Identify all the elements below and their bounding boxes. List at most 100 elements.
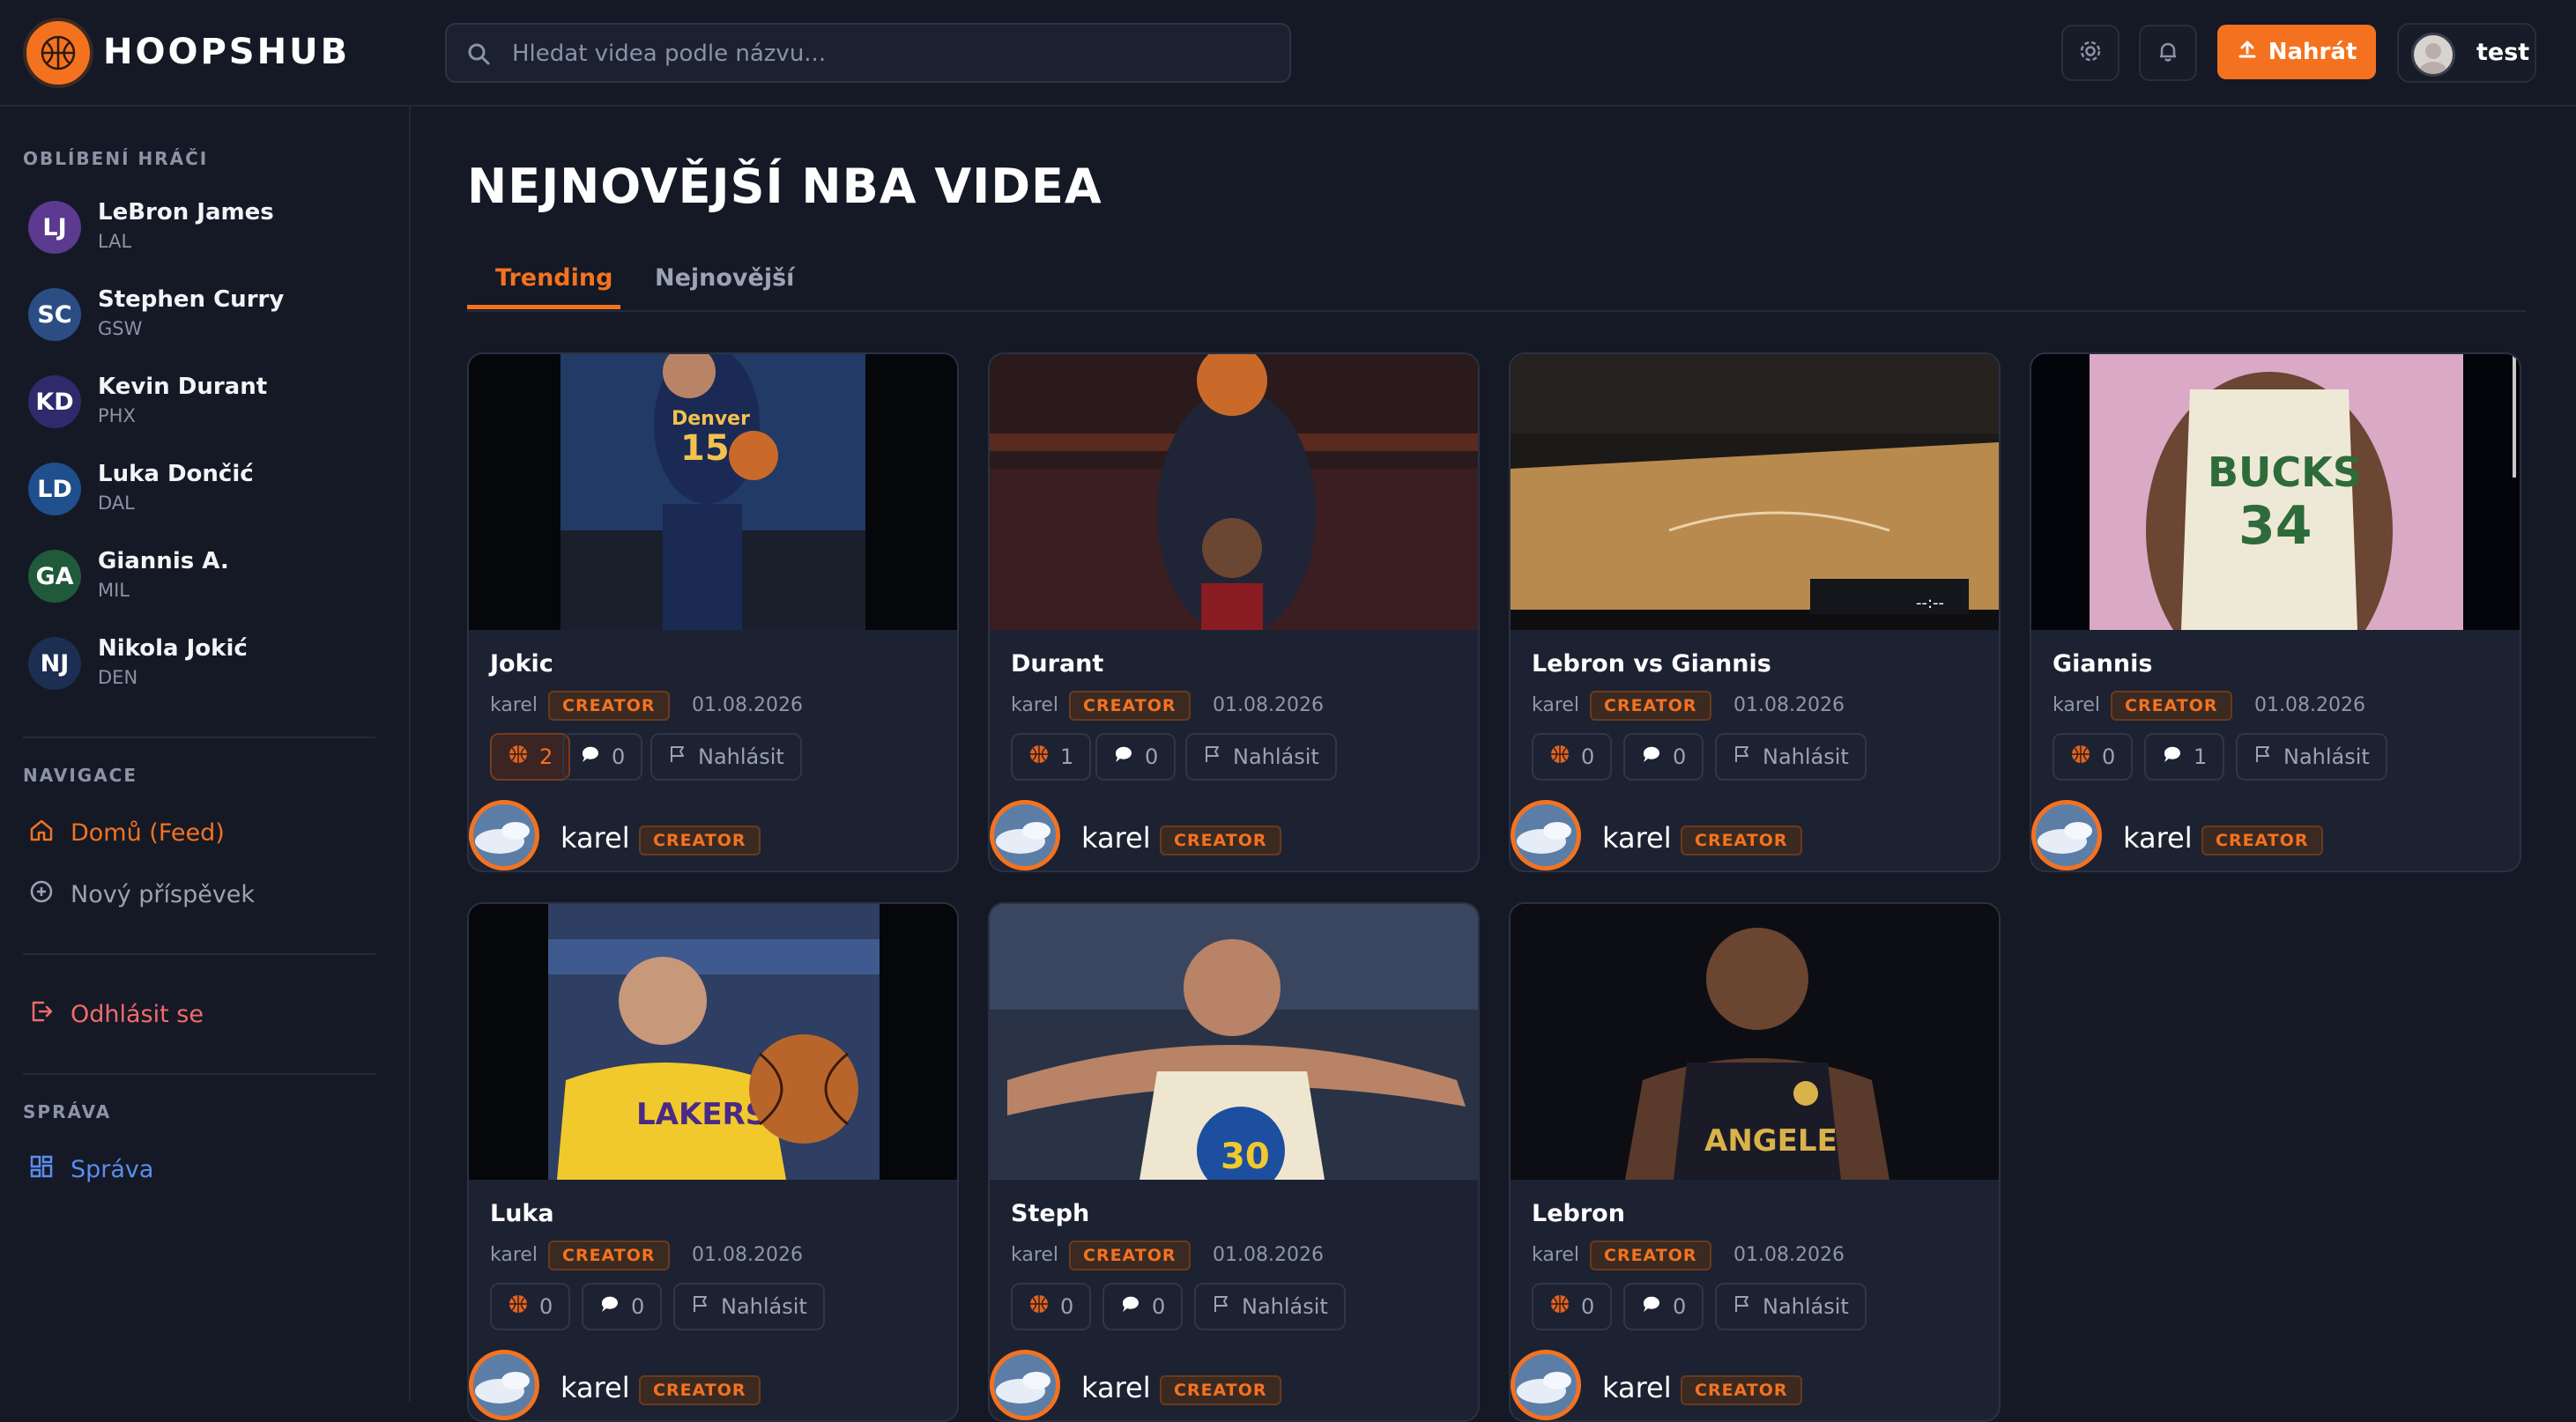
sidebar-item-player[interactable]: LD Luka Dončić DAL [28,454,398,524]
video-title[interactable]: Durant [1011,650,1103,678]
comment-button[interactable]: 0 [1623,733,1704,781]
creator-name[interactable]: karel [560,821,630,855]
comment-button[interactable]: 0 [562,733,643,781]
avatar[interactable] [1511,800,1581,870]
video-date: 01.08.2026 [1733,694,1845,716]
video-card[interactable]: Denver 15 Jokic karel CREATOR 01.08.2026… [467,352,959,872]
video-thumbnail[interactable]: BUCKS 34 [2031,354,2520,630]
basketball-logo-icon[interactable] [23,18,93,88]
video-title[interactable]: Lebron [1532,1200,1625,1227]
search-input[interactable] [510,33,1272,74]
nav-item-new-post[interactable]: Nový příspěvek [28,875,255,914]
sidebar-item-player[interactable]: GA Giannis A. MIL [28,541,398,611]
video-author[interactable]: karel [490,694,538,716]
user-menu[interactable]: test [2397,23,2536,83]
tab-newest[interactable]: Nejnovější [655,264,794,292]
creator-name[interactable]: karel [2123,821,2193,855]
video-card[interactable]: --:-- Lebron vs Giannis karel CREATOR 01… [1509,352,2001,872]
search-box[interactable] [445,23,1291,83]
comment-button[interactable]: 1 [2144,733,2225,781]
report-button[interactable]: Nahlásit [1715,1283,1867,1330]
video-author[interactable]: karel [1532,694,1579,716]
video-title[interactable]: Lebron vs Giannis [1532,650,1771,678]
video-author[interactable]: karel [1532,1244,1579,1266]
video-thumbnail[interactable]: LAKERS [469,904,957,1180]
comment-button[interactable]: 0 [1095,733,1177,781]
report-button[interactable]: Nahlásit [1194,1283,1346,1330]
sidebar-item-player[interactable]: SC Stephen Curry GSW [28,279,398,350]
like-button[interactable]: 2 [490,733,571,781]
comment-button[interactable]: 0 [1102,1283,1184,1330]
notifications-button[interactable] [2139,25,2197,81]
basketball-icon [2070,744,2091,770]
comment-count: 0 [612,744,626,769]
like-button[interactable]: 0 [1532,1283,1613,1330]
avatar[interactable] [469,800,539,870]
like-button[interactable]: 0 [1011,1283,1092,1330]
video-title[interactable]: Giannis [2053,650,2152,678]
video-title[interactable]: Luka [490,1200,554,1227]
logout-button[interactable]: Odhlásit se [28,995,204,1033]
like-count: 2 [539,744,553,769]
comment-icon [1120,1293,1141,1320]
avatar[interactable] [2031,800,2102,870]
video-title[interactable]: Steph [1011,1200,1089,1227]
app-logo-text[interactable]: HOOPSHUB [103,32,350,72]
like-count: 0 [1581,1294,1595,1319]
video-author[interactable]: karel [490,1244,538,1266]
sidebar-item-player[interactable]: NJ Nikola Jokić DEN [28,628,398,699]
nav-item-home[interactable]: Domů (Feed) [28,813,225,852]
tab-active-indicator [467,305,620,309]
settings-button[interactable] [2061,25,2119,81]
avatar[interactable] [990,800,1060,870]
creator-name[interactable]: karel [560,1371,630,1404]
creator-name[interactable]: karel [1602,1371,1672,1404]
report-button[interactable]: Nahlásit [1185,733,1337,781]
video-card[interactable]: 30 Steph karel CREATOR 01.08.2026 0 0 Na… [988,902,1480,1422]
like-button[interactable]: 0 [490,1283,571,1330]
sidebar-item-player[interactable]: KD Kevin Durant PHX [28,367,398,437]
video-card[interactable]: LAKERS Luka karel CREATOR 01.08.2026 0 0… [467,902,959,1422]
creator-badge: CREATOR [2111,691,2232,721]
video-thumbnail[interactable]: Denver 15 [469,354,957,630]
creator-name[interactable]: karel [1081,1371,1151,1404]
avatar[interactable] [990,1350,1060,1420]
plus-circle-icon [28,878,55,911]
comment-button[interactable]: 0 [1623,1283,1704,1330]
search-icon [466,41,491,70]
report-button[interactable]: Nahlásit [1715,733,1867,781]
creator-name[interactable]: karel [1081,821,1151,855]
video-card[interactable]: Durant karel CREATOR 01.08.2026 1 0 Nahl… [988,352,1480,872]
like-button[interactable]: 0 [1532,733,1613,781]
player-team: DAL [98,493,135,514]
tab-trending[interactable]: Trending [495,264,612,292]
video-author[interactable]: karel [1011,694,1058,716]
video-date: 01.08.2026 [1213,694,1324,716]
report-label: Nahlásit [1763,1294,1849,1319]
creator-name[interactable]: karel [1602,821,1672,855]
avatar[interactable] [1511,1350,1581,1420]
comment-count: 1 [2194,744,2208,769]
like-button[interactable]: 0 [2053,733,2134,781]
report-label: Nahlásit [698,744,784,769]
player-name: Nikola Jokić [98,635,248,662]
comment-button[interactable]: 0 [582,1283,663,1330]
video-thumbnail[interactable]: --:-- [1511,354,1999,630]
sidebar-item-player[interactable]: LJ LeBron James LAL [28,192,398,263]
video-thumbnail[interactable]: 30 [990,904,1478,1180]
nav-home-label: Domů (Feed) [71,818,225,847]
video-title[interactable]: Jokic [490,650,553,678]
video-card[interactable]: ANGELE Lebron karel CREATOR 01.08.2026 0… [1509,902,2001,1422]
video-thumbnail[interactable] [990,354,1478,630]
upload-button[interactable]: Nahrát [2217,25,2376,79]
avatar[interactable] [469,1350,539,1420]
video-author[interactable]: karel [2053,694,2100,716]
nav-item-admin[interactable]: Správa [28,1150,153,1189]
like-button[interactable]: 1 [1011,733,1092,781]
report-button[interactable]: Nahlásit [2236,733,2387,781]
video-thumbnail[interactable]: ANGELE [1511,904,1999,1180]
video-card[interactable]: BUCKS 34 Giannis karel CREATOR 01.08.202… [2030,352,2521,872]
video-author[interactable]: karel [1011,1244,1058,1266]
report-button[interactable]: Nahlásit [673,1283,825,1330]
report-button[interactable]: Nahlásit [650,733,802,781]
